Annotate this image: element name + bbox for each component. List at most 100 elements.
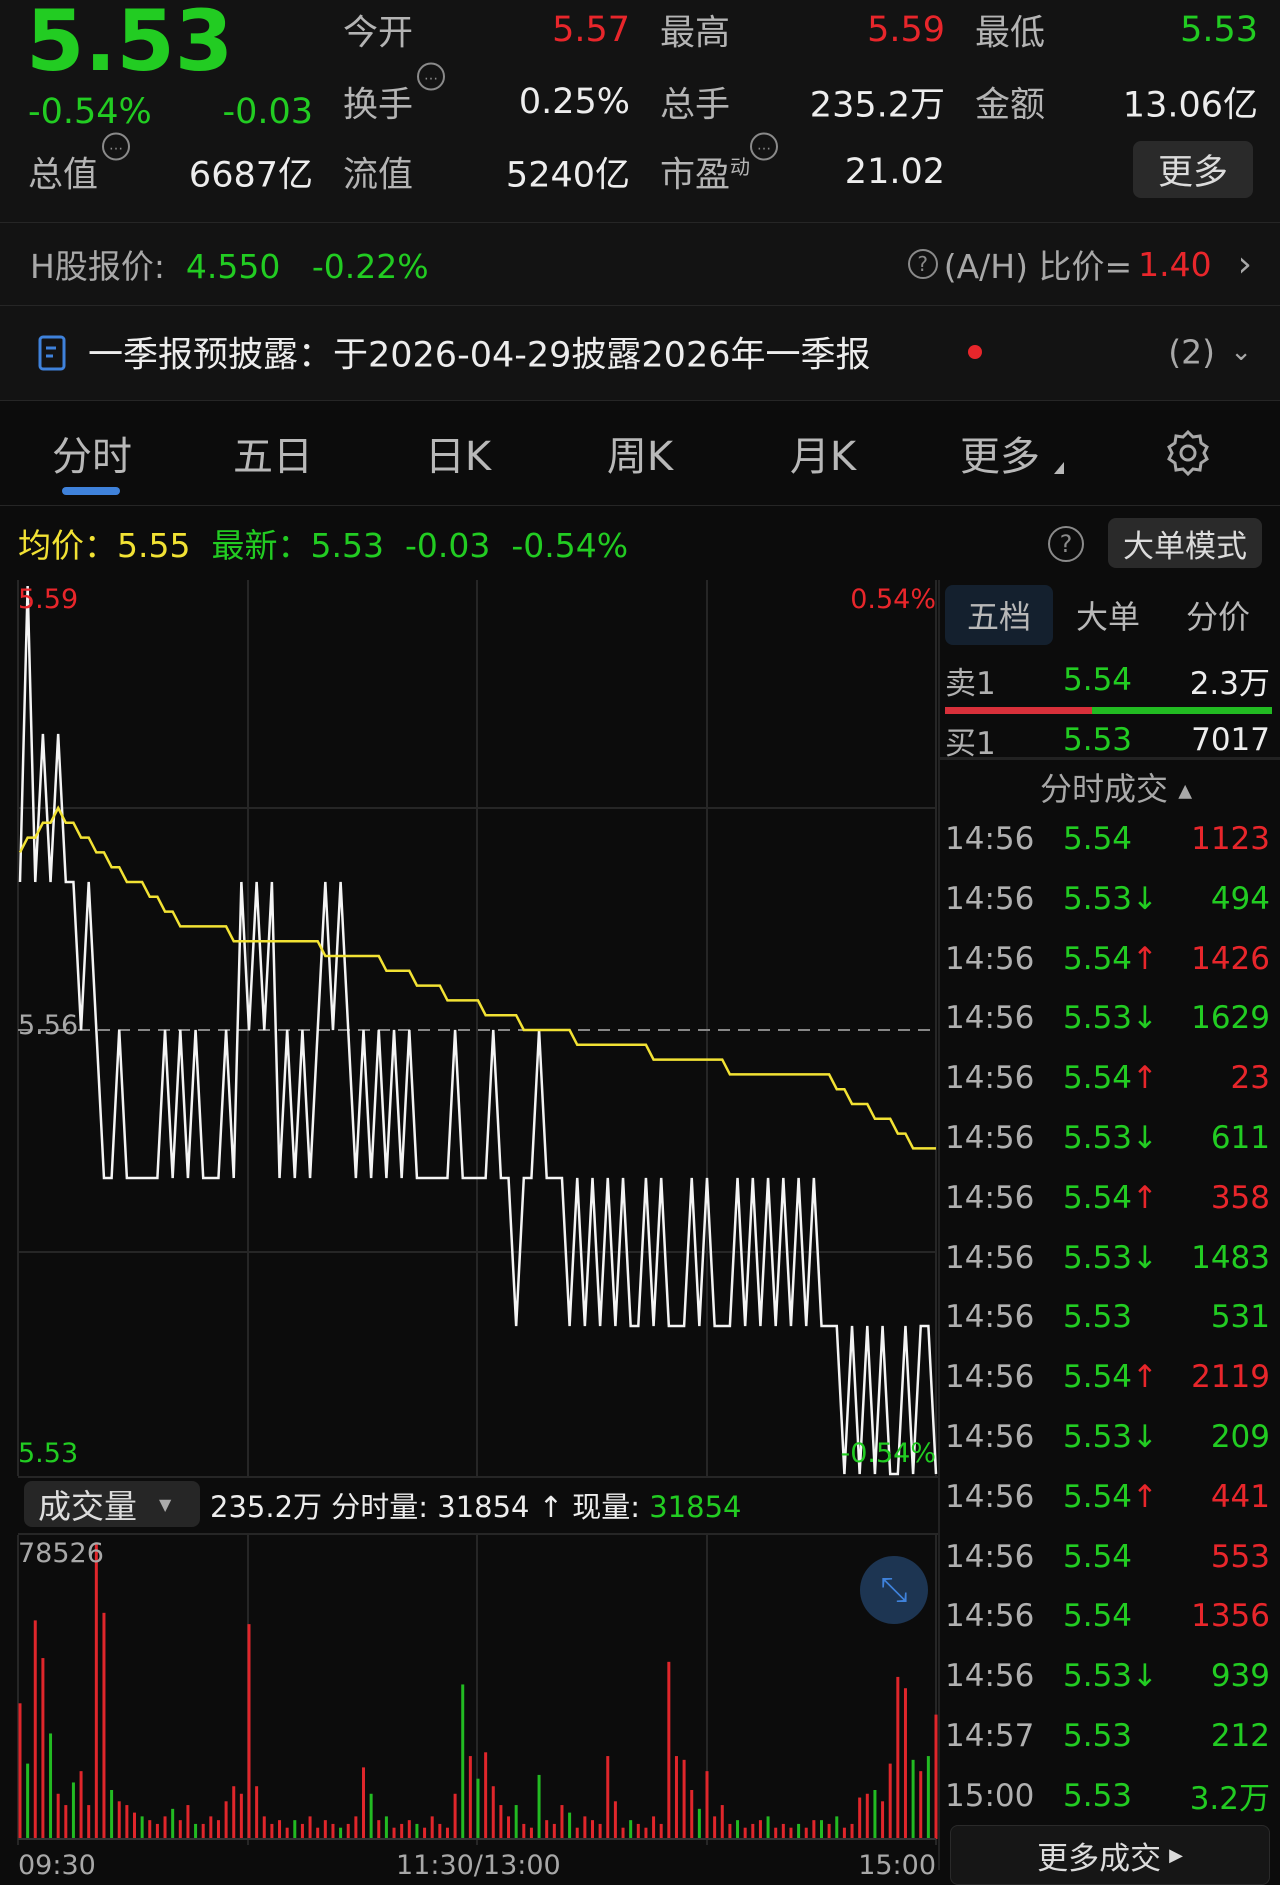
volume-bar [903, 1688, 907, 1839]
y-label-top: 5.59 [18, 584, 79, 615]
trade-row: 14:56 5.54↑ 441 [945, 1472, 1270, 1522]
trade-direction-icon: ↓ [1132, 1419, 1159, 1455]
volume-bar [339, 1827, 343, 1839]
volume-bar [33, 1620, 37, 1839]
help-icon[interactable]: ? [907, 249, 938, 279]
volume-bar [49, 1733, 53, 1839]
volume-bar [255, 1786, 259, 1839]
volume-bar [552, 1823, 556, 1839]
ah-ratio[interactable]: ? (A/H) 比价= 1.40 › [907, 240, 1252, 288]
buy-ratio-fill [945, 707, 1093, 714]
trade-price-value: 5.53 [1063, 880, 1133, 917]
pe-label-text: 市盈 [660, 155, 731, 196]
more-trades-label: 更多成交 [1037, 1840, 1162, 1877]
trade-price: 5.53↓ [1063, 1419, 1173, 1455]
tab-intraday[interactable]: 分时 [52, 424, 132, 482]
caret-down-icon: ▼ [159, 1494, 172, 1514]
tab-monthly-k[interactable]: 月K [790, 424, 856, 482]
trade-price-value: 5.53 [1063, 1299, 1133, 1336]
more-trades-button[interactable]: 更多成交 ▶ [950, 1825, 1270, 1885]
volume-bar [797, 1823, 801, 1839]
volume-bar [300, 1823, 304, 1839]
tab-five-levels[interactable]: 五档 [967, 592, 1031, 638]
change-pct: -0.54% [28, 92, 152, 132]
intraday-price-chart[interactable] [0, 580, 940, 1480]
current-price: 5.53 [26, 0, 234, 90]
ah-label: (A/H) 比价= [943, 247, 1133, 286]
trade-time: 14:56 [945, 940, 1035, 977]
volume-bar [629, 1820, 633, 1839]
volume-chart[interactable] [0, 1535, 940, 1845]
tab-price-dist[interactable]: 分价 [1186, 592, 1250, 638]
trade-price: 5.54 [1063, 1539, 1173, 1575]
trade-direction-icon: ↓ [1132, 880, 1159, 917]
tab-big-orders[interactable]: 大单 [1076, 592, 1140, 638]
volume-bar [369, 1793, 373, 1839]
float-label: 流值 [343, 155, 414, 196]
info-icon[interactable]: … [750, 132, 779, 161]
notice-text: 一季报预披露：于2026-04-29披露2026年一季报 [88, 335, 871, 376]
volume-bar [407, 1820, 411, 1839]
hshare-label: H股报价: [30, 247, 165, 286]
volume-bar [522, 1823, 526, 1839]
volume-bar [484, 1752, 488, 1839]
volume-bar [186, 1805, 190, 1839]
turnover-value: 0.25% [518, 82, 630, 122]
volume-bar [71, 1782, 75, 1839]
trade-row: 14:56 5.54 553 [945, 1532, 1270, 1582]
info-icon[interactable]: … [417, 62, 446, 91]
volume-bar [720, 1805, 724, 1839]
info-icon[interactable]: … [102, 132, 131, 161]
volume-bar [110, 1789, 114, 1839]
trade-time: 14:56 [945, 1658, 1035, 1695]
trade-time: 14:56 [945, 1359, 1035, 1396]
trade-volume: 2119 [1191, 1359, 1270, 1396]
volume-bar [850, 1823, 854, 1839]
volume-bar [606, 1756, 610, 1839]
volume-bar [453, 1793, 457, 1839]
hshare-quote: H股报价: 4.550 -0.22% [30, 240, 429, 288]
volume-label: 总手 [660, 85, 731, 126]
volume-bar [896, 1676, 900, 1839]
volume-bar [308, 1816, 312, 1839]
volume-bar [621, 1827, 625, 1839]
volume-bar [644, 1827, 648, 1839]
y-label-bottom: 5.53 [18, 1438, 79, 1469]
y-label-top-pct: 0.54% [850, 584, 936, 615]
tab-more[interactable]: 更多 [960, 424, 1040, 482]
volume-bar [697, 1808, 701, 1839]
chevron-down-icon[interactable]: ⌄ [1230, 337, 1252, 367]
change-amount: -0.03 [222, 92, 313, 132]
volume-bar [384, 1816, 388, 1839]
trade-price-value: 5.53 [1063, 1658, 1133, 1695]
indicator-select[interactable]: 成交量 ▼ [24, 1481, 200, 1527]
tab-five-day[interactable]: 五日 [233, 424, 313, 482]
volume-bar [94, 1543, 98, 1839]
volume-bar [423, 1827, 427, 1839]
help-icon[interactable]: ? [1048, 526, 1084, 562]
trade-direction-icon: ↑ [1132, 1478, 1159, 1515]
trade-direction-icon: ↑ [1132, 940, 1159, 977]
volume-bar [743, 1827, 747, 1839]
more-button[interactable]: 更多 [1133, 141, 1253, 198]
trades-title[interactable]: 分时成交 ▲ [1040, 764, 1192, 810]
trade-price: 5.54 [1063, 821, 1173, 857]
pe-value: 21.02 [844, 152, 945, 192]
volume-bar [224, 1801, 228, 1839]
volume-bar [377, 1820, 381, 1839]
trade-time: 14:56 [945, 880, 1035, 917]
volume-bar [865, 1793, 869, 1839]
ask-price: 5.54 [1063, 662, 1133, 698]
tab-daily-k[interactable]: 日K [425, 424, 491, 482]
mktcap-label-text: 总值 [28, 155, 99, 196]
volume-bar [591, 1820, 594, 1839]
volume-bar [781, 1823, 785, 1839]
tab-weekly-k[interactable]: 周K [607, 424, 673, 482]
expand-icon[interactable]: ⤡ [860, 1556, 928, 1624]
order-ratio-bar [945, 707, 1272, 714]
big-order-mode-button[interactable]: 大单模式 [1108, 518, 1262, 568]
volume-bar [560, 1805, 564, 1839]
volume-bar [766, 1816, 770, 1839]
gear-icon[interactable] [1163, 428, 1213, 478]
now-volume: 31854 [649, 1490, 742, 1524]
